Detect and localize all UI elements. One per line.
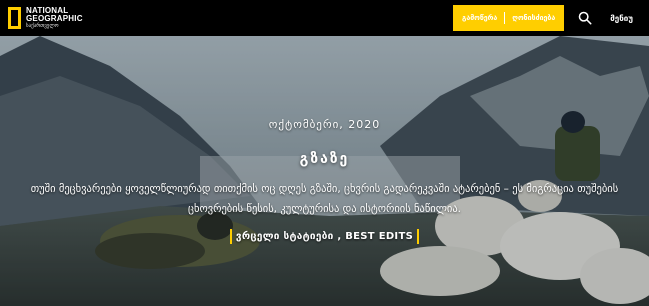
search-icon[interactable] [578, 11, 592, 25]
hero-content: ოქტომბერი, 2020 გზაზე თუში მეცხვარეები ყ… [0, 36, 649, 306]
logo-subtitle: საქართველო [26, 22, 59, 29]
article-date: ოქტომბერი, 2020 [268, 118, 381, 131]
logo-text: NATIONAL GEOGRAPHIC საქართველო [26, 6, 83, 30]
nav-right: გამოწერა ღონისძიება მენიუ [452, 0, 649, 36]
article-title[interactable]: გზაზე [300, 151, 350, 167]
article-description: თუში მეცხვარეები ყოველწლიურად თითქმის ოც… [30, 183, 619, 215]
category-bar-left [229, 229, 232, 244]
nav-divider [504, 12, 506, 24]
nav-buttons-group: გამოწერა ღონისძიება [452, 5, 565, 31]
category-bar-right [417, 229, 420, 244]
article-categories: ვრცელი სტატიები , BEST EDITS [229, 229, 420, 244]
top-navigation-bar: NATIONAL GEOGRAPHIC საქართველო გამოწერა … [0, 0, 649, 36]
national-geographic-logo[interactable]: NATIONAL GEOGRAPHIC საქართველო [8, 5, 83, 31]
yellow-frame-icon [8, 7, 21, 29]
hero-section: ოქტომბერი, 2020 გზაზე თუში მეცხვარეები ყ… [0, 36, 649, 306]
subscribe-button[interactable]: გამოწერა [462, 14, 497, 22]
logo-line-2: GEOGRAPHIC [26, 13, 83, 23]
menu-button[interactable]: მენიუ [610, 14, 633, 23]
category-links[interactable]: ვრცელი სტატიები , BEST EDITS [236, 231, 413, 242]
events-button[interactable]: ღონისძიება [512, 14, 555, 22]
